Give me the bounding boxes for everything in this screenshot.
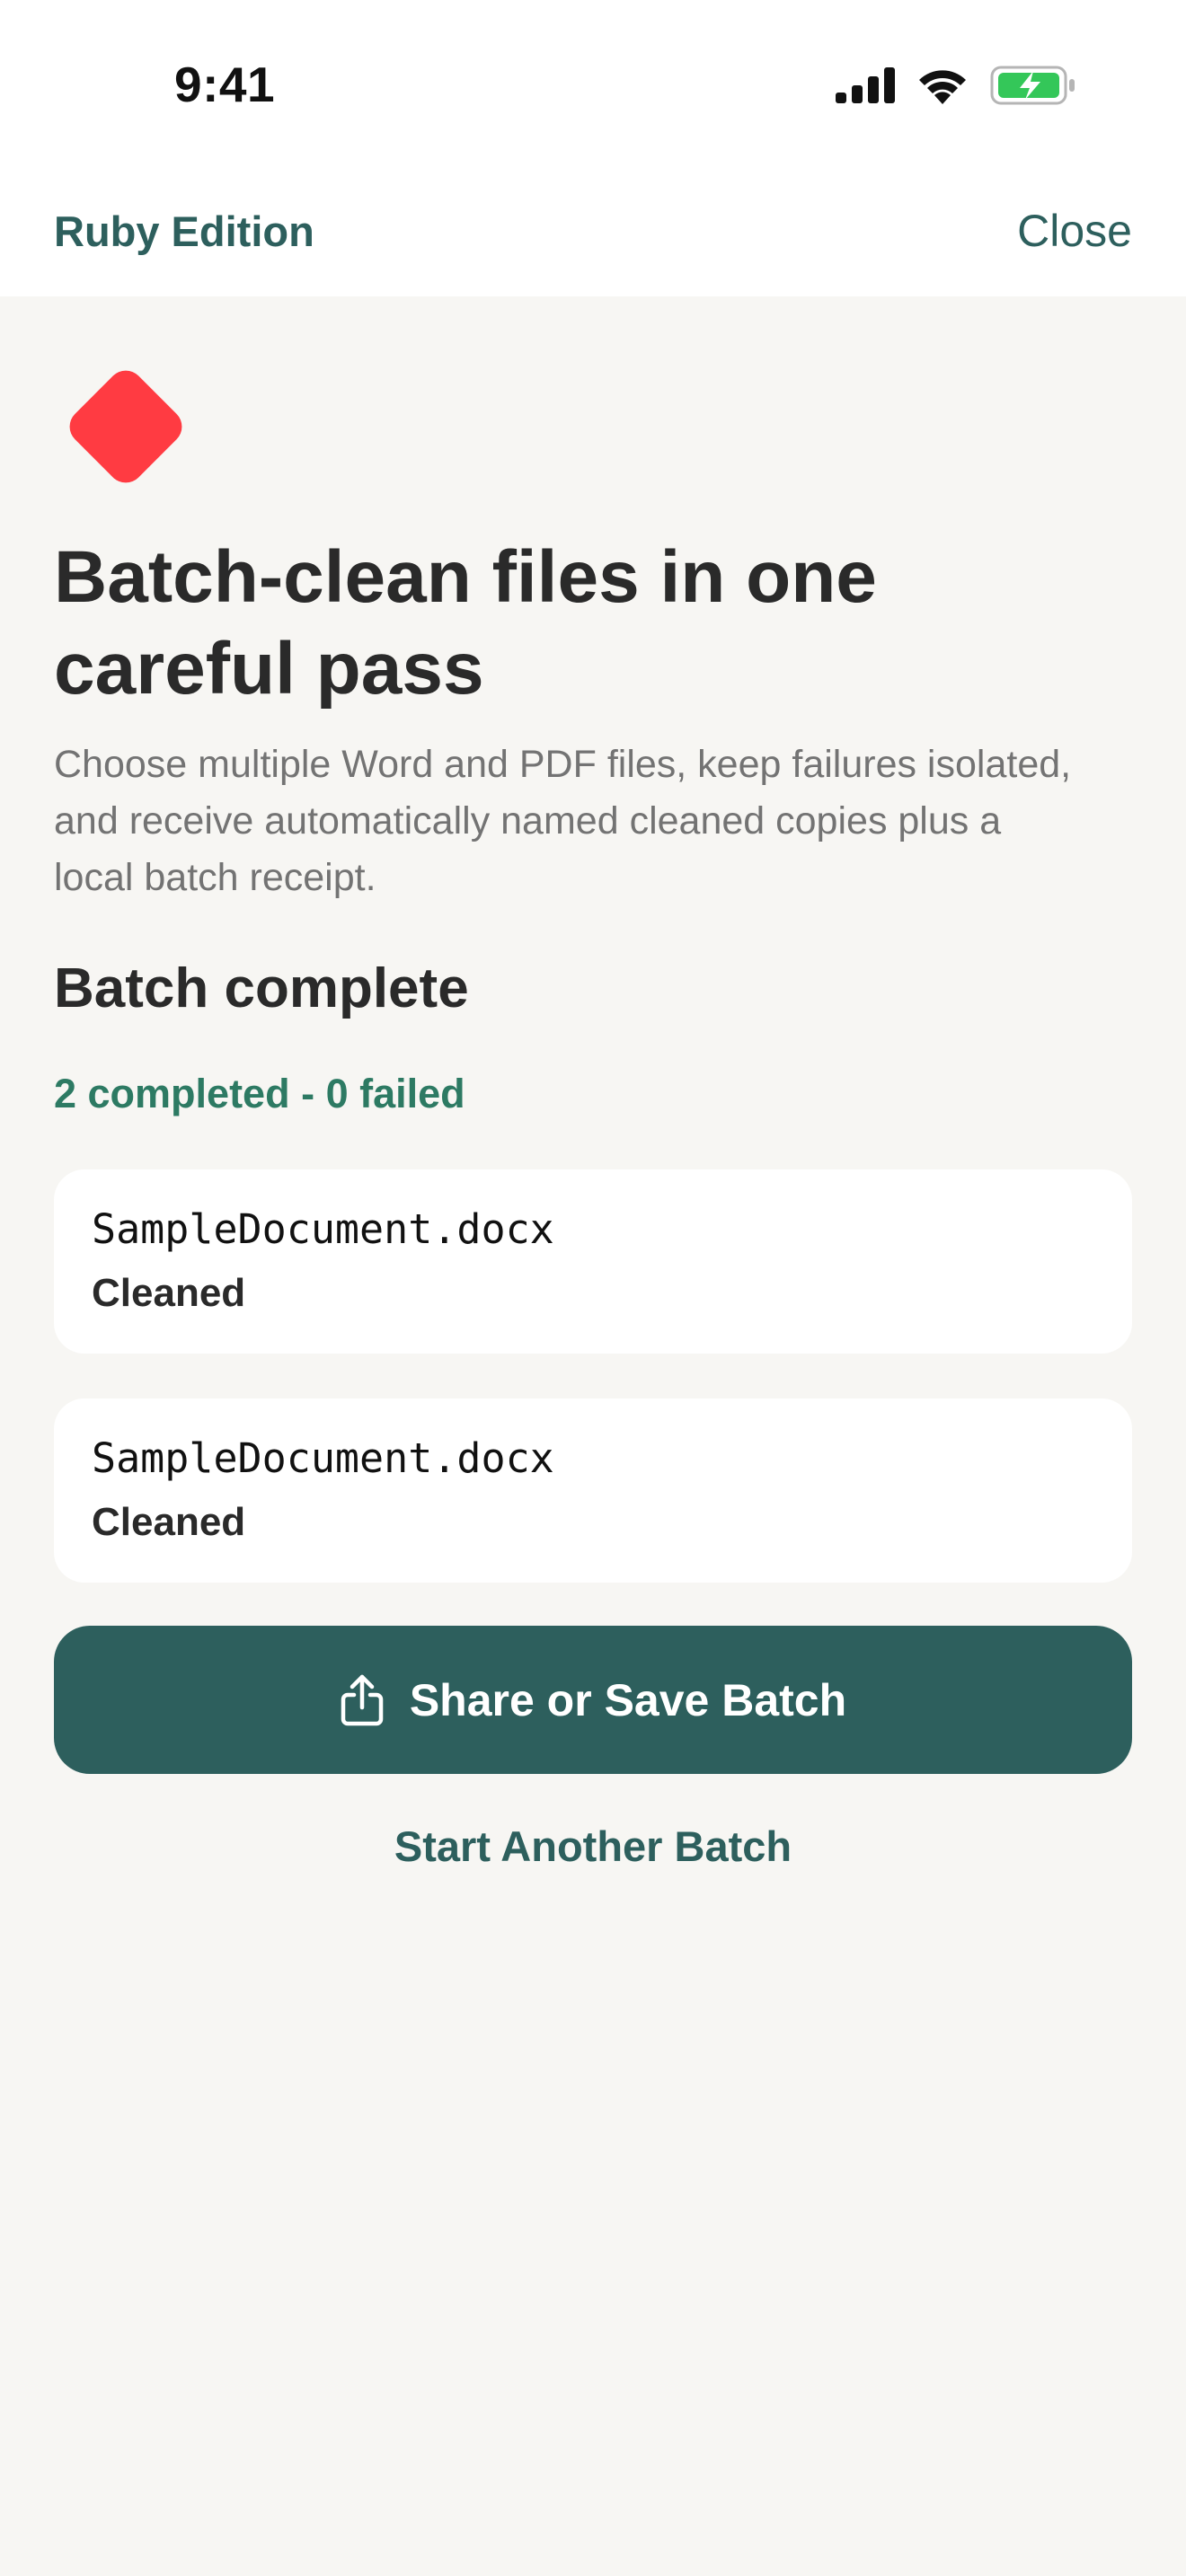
share-icon [341,1674,384,1725]
share-button-label: Share or Save Batch [409,1674,847,1725]
page-title: Batch-clean files in one careful pass [54,536,877,710]
batch-summary: 2 completed - 0 failed [54,1071,465,1116]
file-status: Cleaned [92,1500,246,1544]
file-status: Cleaned [92,1271,246,1315]
red-diamond-icon [69,370,182,483]
battery-charging-icon [990,66,1075,105]
page-description: Choose multiple Word and PDF files, keep… [54,743,1072,899]
status-time: 9:41 [174,57,276,112]
edition-label: Ruby Edition [54,207,314,255]
file-name: SampleDocument.docx [92,1205,554,1253]
file-result-card: SampleDocument.docx Cleaned [54,1169,1132,1354]
top-header-area: 9:41 Ruby Edition Close [0,0,1186,296]
status-icons [836,63,1076,108]
file-name: SampleDocument.docx [92,1434,554,1482]
status-bar: 9:41 [0,0,1186,171]
batch-status-title: Batch complete [54,957,469,1019]
navigation-bar: Ruby Edition Close [0,190,1186,271]
file-result-card: SampleDocument.docx Cleaned [54,1398,1132,1583]
close-button[interactable]: Close [1017,205,1132,257]
wifi-icon [919,70,966,104]
start-another-batch-button[interactable]: Start Another Batch [54,1822,1132,1871]
cellular-signal-icon [836,67,895,103]
share-or-save-batch-button[interactable]: Share or Save Batch [54,1626,1132,1774]
